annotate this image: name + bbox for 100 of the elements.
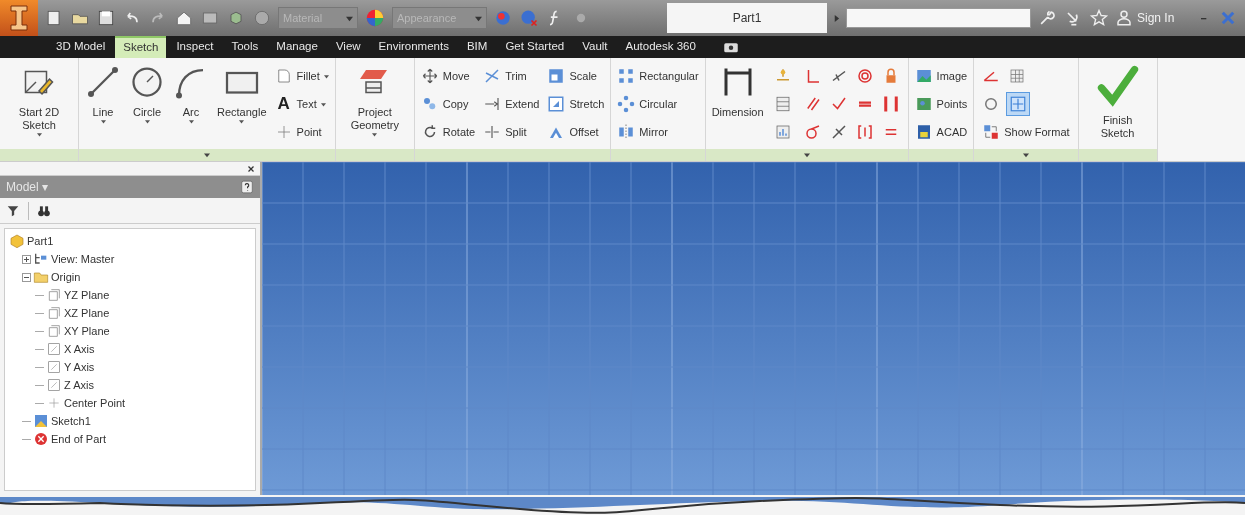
ribbon-tool-button[interactable]: A Text xyxy=(274,92,329,116)
axis-icon xyxy=(46,341,62,357)
dropdown-arrow-icon xyxy=(323,73,329,79)
dropdown-arrow-icon xyxy=(100,119,106,124)
ribbon-tool-button[interactable]: Dimension xyxy=(711,64,764,119)
close-icon[interactable] xyxy=(246,163,256,174)
ribbon-tool-button[interactable]: Fillet xyxy=(274,64,329,88)
ribbon-tool-button[interactable]: Scale xyxy=(547,64,605,88)
ribbon-tool-button[interactable]: Start 2D Sketch xyxy=(6,64,72,137)
icon-button[interactable] xyxy=(1006,92,1031,116)
tree-item[interactable]: View: Master xyxy=(51,250,115,268)
color-ball-icon[interactable] xyxy=(493,8,513,28)
ribbon-tab[interactable]: Tools xyxy=(223,36,267,58)
ribbon-tool-button[interactable]: Circle xyxy=(129,64,165,124)
panel-menu-arrow-icon xyxy=(203,152,210,158)
ribbon-tool-button[interactable]: Copy xyxy=(420,92,476,116)
axis-icon xyxy=(46,359,62,375)
color-wheel-icon[interactable] xyxy=(364,7,386,29)
extend-icon xyxy=(483,95,502,113)
ribbon-tab[interactable]: BIM xyxy=(458,36,496,58)
sketch-canvas[interactable] xyxy=(262,162,1245,495)
ribbon-tab[interactable]: Sketch xyxy=(115,36,167,58)
collapse-toggle-icon[interactable] xyxy=(22,272,31,282)
tree-item[interactable]: XZ Plane xyxy=(64,304,110,322)
folder-icon xyxy=(33,269,49,285)
tree-item[interactable]: Origin xyxy=(51,268,81,286)
tree-item[interactable]: Y Axis xyxy=(64,358,95,376)
ribbon-tab[interactable]: View xyxy=(327,36,369,58)
binoculars-icon[interactable] xyxy=(37,203,51,218)
ribbon-tool-button[interactable]: Finish Sketch xyxy=(1084,64,1151,140)
ribbon-tool-button[interactable]: Split xyxy=(483,120,540,144)
ribbon-tab[interactable]: Vault xyxy=(574,36,616,58)
ribbon-tool-button[interactable]: Circular xyxy=(617,92,699,116)
split-icon xyxy=(483,123,502,141)
circle-icon xyxy=(129,64,165,100)
application-menu-button[interactable] xyxy=(0,0,38,36)
rectangular-pattern-icon xyxy=(617,67,636,85)
tree-item[interactable]: Center Point xyxy=(64,394,126,412)
ribbon-tab[interactable]: Environments xyxy=(370,36,457,58)
ribbon-tool-button[interactable]: Rectangle xyxy=(217,64,267,124)
search-field[interactable] xyxy=(846,8,1031,28)
ribbon-tool-button[interactable]: Line xyxy=(85,64,121,124)
ribbon-tool-button[interactable]: Show Format xyxy=(980,120,1072,144)
tree-item[interactable]: YZ Plane xyxy=(64,286,110,304)
chart-icon xyxy=(773,123,792,141)
line-icon xyxy=(85,64,121,100)
trim-icon xyxy=(483,67,502,85)
ribbon-tool-button[interactable]: Move xyxy=(420,64,476,88)
dropdown-arrow-icon xyxy=(188,119,194,124)
ribbon-tab[interactable]: Get Started xyxy=(497,36,573,58)
filter-icon[interactable] xyxy=(6,203,20,218)
picture-frame-icon xyxy=(914,67,933,85)
ribbon-tool-button[interactable]: Image xyxy=(914,64,968,88)
ribbon-tool-button[interactable]: Stretch xyxy=(547,92,605,116)
circular-pattern-icon xyxy=(617,95,636,113)
ribbon-tool-button[interactable]: Mirror xyxy=(617,120,699,144)
plus-square-icon xyxy=(1009,95,1028,113)
scale-icon xyxy=(547,67,566,85)
vertical-icon xyxy=(881,95,900,113)
help-icon[interactable] xyxy=(240,180,254,194)
ribbon-tool-button[interactable]: Offset xyxy=(547,120,605,144)
ribbon-tab[interactable]: Manage xyxy=(268,36,326,58)
smooth-icon xyxy=(803,123,822,141)
concentric-icon xyxy=(855,67,874,85)
ribbon-tool-button[interactable]: Point xyxy=(274,120,329,144)
tree-item[interactable]: XY Plane xyxy=(64,322,110,340)
ribbon-tool-button[interactable]: ACAD xyxy=(914,120,968,144)
dropdown-arrow-icon xyxy=(320,101,326,107)
axis-icon xyxy=(46,377,62,393)
expand-toggle-icon[interactable] xyxy=(22,254,31,264)
dropdown-arrow-icon xyxy=(372,132,378,137)
check-mark-icon xyxy=(1095,64,1140,108)
ribbon-tab[interactable]: Inspect xyxy=(168,36,222,58)
save-icon[interactable] xyxy=(96,8,116,28)
color-ball-icon[interactable] xyxy=(519,8,539,28)
ribbon-tool-button[interactable]: Trim xyxy=(483,64,540,88)
ribbon-tool-button[interactable]: Points xyxy=(914,92,968,116)
ribbon-tool-button[interactable]: Rectangular xyxy=(617,64,699,88)
ribbon-tool-button[interactable]: Project Geometry xyxy=(341,64,408,137)
tree-item[interactable]: X Axis xyxy=(64,340,95,358)
ribbon-tool-button[interactable]: Arc xyxy=(173,64,209,124)
ribbon-tool-button[interactable]: Rotate xyxy=(420,120,476,144)
panel-menu-arrow-icon xyxy=(803,152,810,158)
table-icon xyxy=(773,95,792,113)
tree-item[interactable]: Part1 xyxy=(27,232,54,250)
view-tree-icon xyxy=(33,251,49,267)
ribbon-tool-button[interactable]: Extend xyxy=(483,92,540,116)
tree-item[interactable]: End of Part xyxy=(51,430,107,448)
expand-arrow-icon xyxy=(833,14,840,22)
dropdown-arrow-icon xyxy=(239,119,245,124)
ribbon-tab[interactable]: 3D Model xyxy=(48,36,114,58)
tree-item[interactable]: Z Axis xyxy=(64,376,94,394)
dropdown-arrow-icon xyxy=(144,119,150,124)
plane-icon xyxy=(46,305,62,321)
ribbon-tab[interactable]: Autodesk 360 xyxy=(617,36,704,58)
dropdown-arrow-icon xyxy=(475,14,482,22)
tree-item[interactable]: Sketch1 xyxy=(51,412,91,430)
plane-icon xyxy=(46,287,62,303)
stretch-icon xyxy=(547,95,566,113)
star-icon[interactable] xyxy=(1089,8,1109,28)
